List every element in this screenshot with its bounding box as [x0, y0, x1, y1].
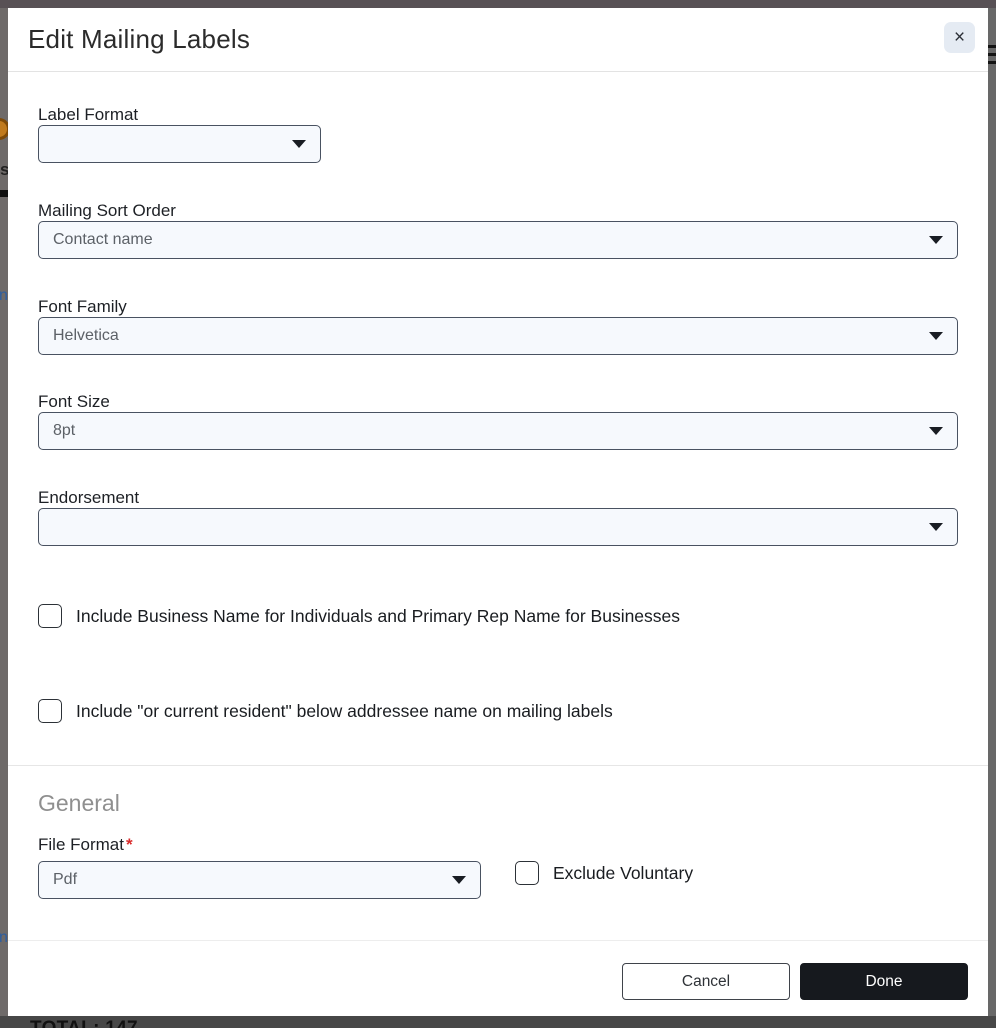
label-format-label: Label Format [38, 105, 139, 124]
cancel-button[interactable]: Cancel [622, 963, 790, 1000]
dialog-title: Edit Mailing Labels [28, 24, 251, 54]
chevron-down-icon [929, 332, 943, 340]
exclude-voluntary-checkbox[interactable] [515, 861, 539, 885]
chevron-down-icon [292, 140, 306, 148]
file-format-label: File Format * [38, 835, 133, 855]
chevron-down-icon [929, 523, 943, 531]
file-format-label-text: File Format [38, 835, 124, 854]
font-size-label: Font Size [38, 392, 110, 411]
done-button[interactable]: Done [800, 963, 968, 1000]
total-count-label: TOTAL: 147 [30, 1018, 138, 1028]
overlay-right [988, 8, 996, 1016]
required-asterisk: * [125, 835, 133, 854]
include-current-resident-label: Include "or current resident" below addr… [76, 700, 613, 721]
mailing-sort-order-select[interactable]: Contact name [38, 221, 958, 259]
font-family-value: Helvetica [53, 327, 119, 344]
overlay-top [0, 0, 996, 8]
background-fragment-text: n [0, 287, 8, 304]
general-section-heading: General [38, 790, 120, 816]
background-fragment-dot [0, 118, 8, 140]
exclude-voluntary-label: Exclude Voluntary [553, 862, 694, 883]
endorsement-label: Endorsement [38, 488, 140, 507]
chevron-down-icon [929, 236, 943, 244]
hamburger-icon [988, 53, 996, 56]
chevron-down-icon [452, 876, 466, 884]
overlay-left: s n n [0, 8, 8, 1016]
include-business-name-label: Include Business Name for Individuals an… [76, 605, 681, 626]
hamburger-icon [988, 61, 996, 64]
mailing-sort-order-label: Mailing Sort Order [38, 201, 176, 220]
font-size-select[interactable]: 8pt [38, 412, 958, 450]
section-divider [8, 765, 988, 766]
label-format-select[interactable] [38, 125, 321, 163]
file-format-value: Pdf [53, 871, 78, 888]
include-current-resident-checkbox[interactable] [38, 699, 62, 723]
include-business-name-row: Include Business Name for Individuals an… [38, 604, 680, 628]
font-family-label: Font Family [38, 297, 127, 316]
chevron-down-icon [929, 427, 943, 435]
background-fragment-text: s [0, 160, 8, 179]
footer-divider [8, 940, 988, 941]
exclude-voluntary-row: Exclude Voluntary [515, 861, 693, 885]
close-button[interactable]: × [944, 22, 975, 53]
font-size-value: 8pt [53, 422, 76, 439]
mailing-sort-order-value: Contact name [53, 231, 153, 248]
overlay-bottom: TOTAL: 147 [0, 1016, 996, 1028]
include-business-name-checkbox[interactable] [38, 604, 62, 628]
edit-mailing-labels-dialog: Edit Mailing Labels × Label Format Maili… [8, 8, 988, 1016]
background-fragment-text: n [0, 929, 8, 946]
close-icon: × [953, 26, 966, 48]
include-current-resident-row: Include "or current resident" below addr… [38, 699, 613, 723]
font-family-select[interactable]: Helvetica [38, 317, 958, 355]
background-fragment-bar [0, 190, 8, 197]
endorsement-select[interactable] [38, 508, 958, 546]
file-format-select[interactable]: Pdf [38, 861, 481, 899]
hamburger-icon [988, 45, 996, 48]
dialog-header: Edit Mailing Labels × [8, 8, 988, 72]
